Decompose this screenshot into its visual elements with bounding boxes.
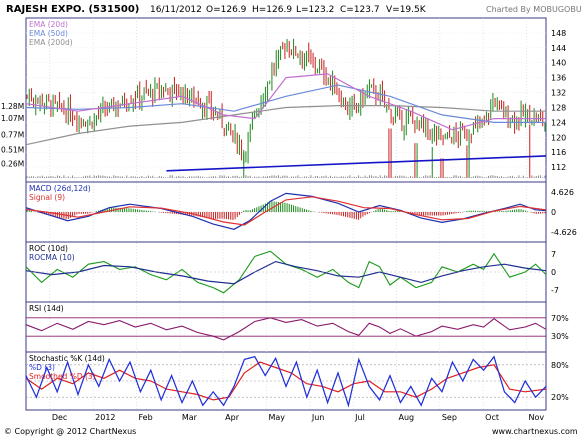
roc-legend-entry: ROCMA (10) xyxy=(29,253,75,262)
volume-tick-label: 0.51M xyxy=(1,145,24,154)
footer-copyright: © Copyright @ 2012 ChartNexus xyxy=(4,427,136,436)
x-tick-label: Jul xyxy=(354,413,365,422)
price-tick-label: 112 xyxy=(551,163,566,172)
price-legend-entry: EMA (50d) xyxy=(29,29,68,38)
price-tick-label: 140 xyxy=(551,59,566,68)
volume-tick-label: 1.28M xyxy=(1,102,24,111)
footer-website: www.chartnexus.com xyxy=(492,427,578,436)
volume-tick-label: 0.26M xyxy=(1,159,24,168)
price-tick-label: 124 xyxy=(551,118,566,127)
price-tick-label: 144 xyxy=(551,44,566,53)
price-tick-label: 132 xyxy=(551,89,566,98)
x-tick-label: Mar xyxy=(182,413,198,422)
x-tick-label: Feb xyxy=(139,413,153,422)
x-tick-label: Aug xyxy=(399,413,415,422)
x-tick-label: Apr xyxy=(225,413,240,422)
header-volume: V=19.5K xyxy=(386,5,427,15)
stochastic-legend-entry: %D (3) xyxy=(29,363,55,372)
header-charted-by: Charted By MOBUGOBU xyxy=(486,5,582,14)
price-tick-label: 128 xyxy=(551,103,566,112)
header-high: H=126.9 xyxy=(252,5,292,15)
rsi-tick-label: 70% xyxy=(551,314,569,323)
volume-tick-label: 1.07M xyxy=(1,114,24,123)
stock-chart: RAJESH EXPO. (531500) 16/11/2012 O=126.9… xyxy=(0,0,584,439)
macd-tick-label: 4.626 xyxy=(551,188,574,197)
roc-tick-label: 7 xyxy=(551,250,556,259)
x-tick-label: Sep xyxy=(442,413,457,422)
header-low: L=123.2 xyxy=(296,5,334,15)
stochastic-tick-label: 80% xyxy=(551,361,569,370)
rsi-legend: RSI (14d) xyxy=(29,304,64,313)
roc-tick-label: -7 xyxy=(551,286,559,295)
x-tick-label: Dec xyxy=(52,413,67,422)
price-tick-label: 120 xyxy=(551,133,566,142)
header-close: C=123.7 xyxy=(340,5,380,15)
roc-tick-label: 0 xyxy=(551,268,556,277)
price-tick-label: 148 xyxy=(551,29,566,38)
x-tick-label: Jun xyxy=(311,413,325,422)
stochastic-legend-entry: Stochastic %K (14d) xyxy=(29,354,105,363)
price-tick-label: 116 xyxy=(551,148,566,157)
roc-legend-entry: ROC (10d) xyxy=(29,244,68,253)
macd-legend-entry: Signal (9) xyxy=(29,193,65,202)
macd-tick-label: 0 xyxy=(551,208,556,217)
header-symbol: RAJESH EXPO. (531500) xyxy=(6,4,139,15)
header-open: O=126.9 xyxy=(206,5,247,15)
x-tick-label: May xyxy=(269,413,286,422)
stochastic-tick-label: 20% xyxy=(551,393,569,402)
macd-tick-label: -4.626 xyxy=(551,228,577,237)
x-tick-label: Nov xyxy=(529,413,545,422)
x-tick-label: Oct xyxy=(485,413,499,422)
price-tick-label: 136 xyxy=(551,74,566,83)
rsi-tick-label: 30% xyxy=(551,332,569,341)
header-date: 16/11/2012 xyxy=(150,5,202,15)
rsi-legend-entry: RSI (14d) xyxy=(29,304,64,313)
price-legend-entry: EMA (200d) xyxy=(29,38,73,47)
stochastic-legend-entry: Smoothed %D (3) xyxy=(29,372,96,381)
price-legend: EMA (20d)EMA (50d)EMA (200d) xyxy=(29,20,73,47)
price-legend-entry: EMA (20d) xyxy=(29,20,68,29)
volume-tick-label: 0.77M xyxy=(1,131,24,140)
x-tick-label: 2012 xyxy=(95,413,115,422)
macd-legend-entry: MACD (26d,12d) xyxy=(29,184,91,193)
